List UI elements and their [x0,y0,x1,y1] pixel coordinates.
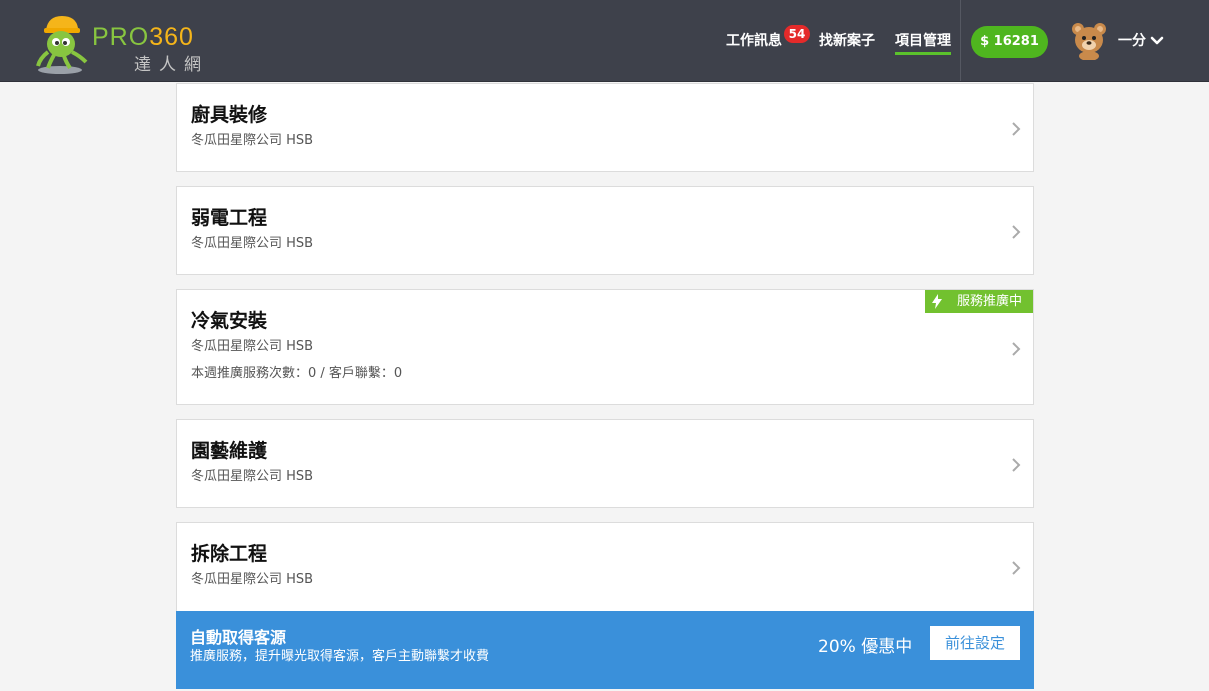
project-company: 冬瓜田星際公司 HSB [191,133,314,148]
promotion-status-tag: 服務推廣中 [925,290,1033,313]
project-company: 冬瓜田星際公司 HSB [191,339,314,354]
logo-wordmark: PRO360 [92,23,194,52]
promotion-stats: 本週推廣服務次數：0 / 客戶聯繫：0 [191,366,403,381]
balance-button[interactable]: $ 16281 [971,26,1048,58]
chevron-down-icon[interactable] [1150,35,1164,47]
banner-discount-text: 20% 優惠中 [818,637,913,657]
chevron-right-icon [1012,342,1021,356]
banner-description: 推廣服務，提升曝光取得客源，客戶主動聯繫才收費 [190,649,490,664]
chevron-right-icon [1012,225,1021,239]
logo-pro-text: PRO [92,23,150,51]
project-company: 冬瓜田星際公司 HSB [191,469,314,484]
top-navbar: PRO360 達人網 工作訊息 54 找新案子 項目管理 $ 16281 一分 [0,0,1209,82]
project-title: 廚具裝修 [191,104,268,126]
nav-find-cases[interactable]: 找新案子 [819,32,875,50]
logo-subtitle: 達人網 [134,55,209,75]
messages-count-badge: 54 [784,25,810,43]
chevron-right-icon [1012,458,1021,472]
chevron-right-icon [1012,561,1021,575]
project-card[interactable]: 園藝維護 冬瓜田星際公司 HSB [176,419,1034,508]
go-to-settings-button[interactable]: 前往設定 [930,626,1020,660]
project-card[interactable]: 弱電工程 冬瓜田星際公司 HSB [176,186,1034,275]
nav-job-messages[interactable]: 工作訊息 [726,32,782,50]
project-title: 弱電工程 [191,207,268,229]
chevron-right-icon [1012,122,1021,136]
auto-leads-banner: 自動取得客源 推廣服務，提升曝光取得客源，客戶主動聯繫才收費 20% 優惠中 前… [176,611,1034,689]
lightning-icon [932,294,942,309]
logo-360-text: 360 [149,23,194,51]
project-title: 冷氣安裝 [191,310,268,332]
username[interactable]: 一分 [1118,32,1146,50]
nav-project-management[interactable]: 項目管理 [895,32,951,55]
project-company: 冬瓜田星際公司 HSB [191,236,314,251]
project-title: 拆除工程 [191,543,268,565]
nav-divider [960,0,961,81]
promotion-status-label: 服務推廣中 [957,294,1023,309]
project-card[interactable]: 拆除工程 冬瓜田星際公司 HSB [176,522,1034,613]
site-logo[interactable]: PRO360 達人網 [34,12,209,76]
project-title: 園藝維護 [191,440,268,462]
project-company: 冬瓜田星際公司 HSB [191,572,314,587]
avatar-bear-icon[interactable] [1070,22,1108,60]
mascot-logo-icon [36,16,88,74]
project-card[interactable]: 廚具裝修 冬瓜田星際公司 HSB [176,83,1034,172]
project-card[interactable]: 服務推廣中 冷氣安裝 冬瓜田星際公司 HSB 本週推廣服務次數：0 / 客戶聯繫… [176,289,1034,405]
